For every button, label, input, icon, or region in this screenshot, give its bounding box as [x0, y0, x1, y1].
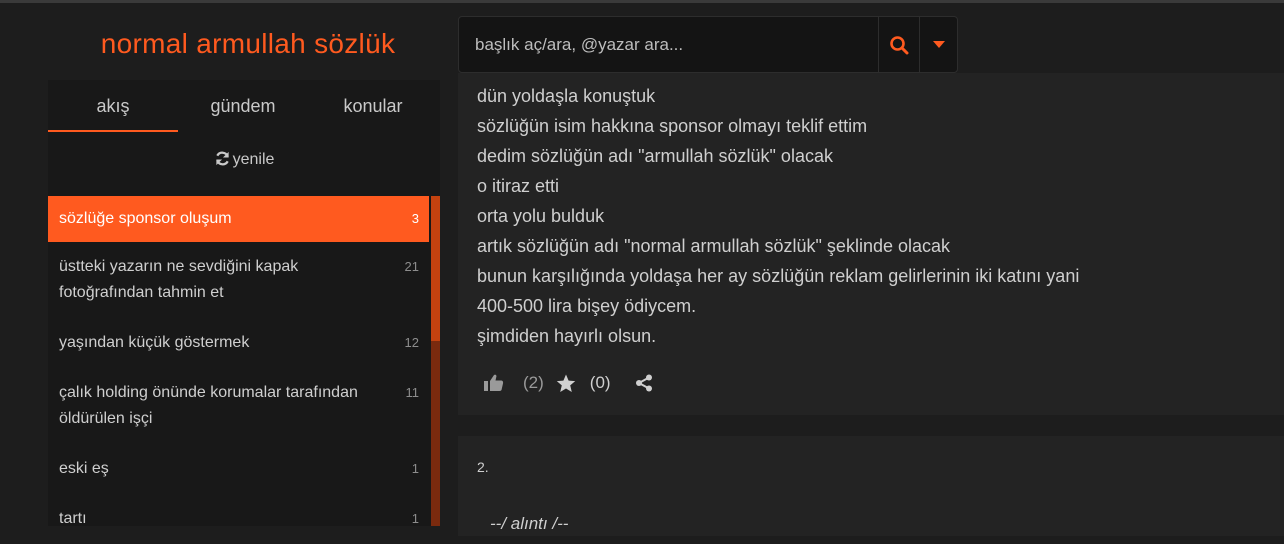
favorite-button[interactable] [556, 374, 576, 393]
entry-card: dün yoldaşla konuştuk sözlüğün isim hakk… [458, 73, 1284, 415]
entry-card: 2. --/ alıntı /-- [458, 436, 1284, 536]
tab-gundem[interactable]: gündem [178, 80, 308, 132]
topic-title: yaşından küçük göstermek [59, 334, 250, 351]
like-count: (2) [523, 373, 544, 392]
topic-item[interactable]: üstteki yazarın ne sevdiğini kapak fotoğ… [48, 242, 429, 318]
share-icon [635, 374, 652, 392]
topic-count: 12 [404, 335, 419, 350]
topic-list: sözlüğe sponsor oluşum 3 üstteki yazarın… [48, 196, 429, 544]
topic-count: 21 [404, 259, 419, 274]
site-logo[interactable]: normal armullah sözlük [48, 28, 448, 60]
refresh-label: yenile [232, 151, 275, 168]
scrollbar-thumb[interactable] [431, 196, 440, 341]
topic-item[interactable]: yaşından küçük göstermek 12 [48, 318, 429, 368]
topic-title: eski eş [59, 460, 109, 477]
topic-item[interactable]: çalık holding önünde korumalar tarafında… [48, 368, 429, 444]
topic-item[interactable]: tartı 1 [48, 494, 429, 544]
tab-akis[interactable]: akış [48, 80, 178, 132]
topic-title: çalık holding önünde korumalar tarafında… [59, 384, 358, 427]
topic-item[interactable]: sözlüğe sponsor oluşum 3 [48, 196, 429, 242]
topic-count: 1 [411, 461, 419, 476]
favorite-count[interactable]: (0) [590, 373, 611, 393]
entry-quote: --/ alıntı /-- [490, 514, 569, 533]
entry-content: dün yoldaşla konuştuk sözlüğün isim hakk… [477, 86, 1080, 346]
topic-item[interactable]: eski eş 1 [48, 444, 429, 494]
refresh-button[interactable]: yenile [48, 150, 440, 172]
top-border [0, 0, 1284, 3]
topic-count: 11 [405, 385, 420, 400]
topic-count: 1 [411, 511, 419, 526]
topic-title: sözlüğe sponsor oluşum [59, 210, 232, 227]
left-panel: akış gündem konular yenile sözlüğe spons… [48, 80, 440, 527]
search-bar [458, 16, 958, 73]
tab-bar: akış gündem konular [48, 80, 440, 132]
search-input[interactable] [459, 17, 878, 72]
topic-count: 3 [411, 211, 419, 226]
search-button[interactable] [878, 17, 919, 72]
refresh-icon [214, 150, 231, 172]
search-options-button[interactable] [919, 17, 957, 72]
share-button[interactable] [635, 374, 653, 392]
topic-title: tartı [59, 510, 87, 527]
caret-down-icon [932, 40, 945, 48]
tab-konular[interactable]: konular [308, 80, 438, 132]
search-icon [890, 35, 909, 54]
like-button[interactable] [484, 374, 504, 392]
star-icon [556, 374, 575, 392]
entry-actions: (2) (0) [484, 371, 653, 395]
thumbs-up-icon [484, 374, 504, 391]
entry-number: 2. [477, 459, 489, 475]
topic-title: üstteki yazarın ne sevdiğini kapak fotoğ… [59, 258, 299, 301]
